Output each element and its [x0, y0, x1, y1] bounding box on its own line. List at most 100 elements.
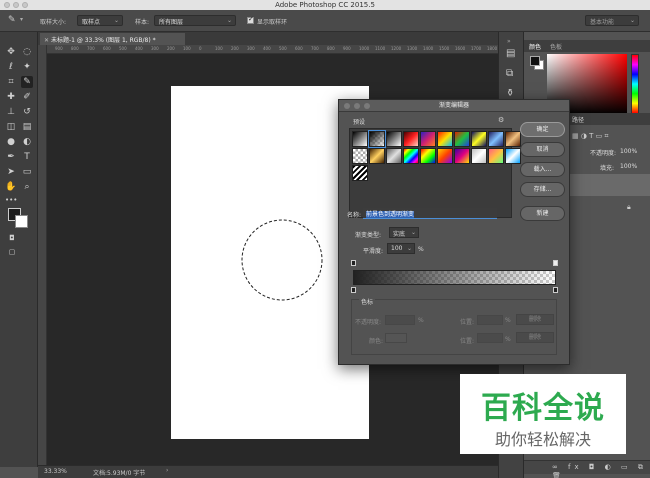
new-button[interactable]: 新建: [520, 206, 565, 221]
dodge-tool-icon[interactable]: ◐: [21, 136, 33, 148]
gradient-preset-swatch[interactable]: [386, 148, 402, 164]
layer-row-selected[interactable]: [566, 174, 650, 196]
chevron-down-icon: ⌄: [410, 229, 416, 236]
properties-icon[interactable]: ⧉: [506, 68, 513, 79]
gradient-type-select[interactable]: 实底 ⌄: [389, 227, 419, 238]
hue-slider[interactable]: [631, 54, 639, 114]
gradient-preset-swatch[interactable]: [471, 148, 487, 164]
opacity-value[interactable]: 100%: [620, 148, 637, 155]
color-location-unit: %: [505, 336, 511, 343]
screen-mode-icon[interactable]: ▢: [6, 246, 18, 258]
history-brush-tool-icon[interactable]: ↺: [21, 106, 33, 118]
hand-tool-icon[interactable]: ✋: [5, 181, 17, 193]
pen-tool-icon[interactable]: ✒: [5, 151, 17, 163]
adjustments-icon[interactable]: ⚱: [506, 88, 514, 99]
gradient-preset-swatch[interactable]: [386, 131, 402, 147]
blur-tool-icon[interactable]: ●: [5, 136, 17, 148]
ruler-tick-label: 400: [263, 46, 271, 51]
workspace-select[interactable]: 基本功能 ⌄: [585, 15, 639, 26]
gradient-preset-swatch[interactable]: [420, 148, 436, 164]
path-selection-tool-icon[interactable]: ➤: [5, 166, 17, 178]
fill-value[interactable]: 100%: [620, 163, 637, 170]
dialog-zoom-button[interactable]: [364, 103, 370, 109]
background-color-swatch[interactable]: [15, 215, 28, 228]
ruler-tick-label: 300: [151, 46, 159, 51]
healing-brush-tool-icon[interactable]: ✚: [5, 91, 17, 103]
color-location-input[interactable]: [477, 333, 503, 343]
sample-size-select[interactable]: 取样点 ⌄: [77, 15, 123, 26]
tab-swatches[interactable]: 色板: [550, 42, 562, 51]
color-stop-right[interactable]: [553, 287, 558, 293]
layer-filter-icons[interactable]: ▦ ◑ T ▭ ⌗: [572, 132, 608, 141]
eyedropper-tool-icon[interactable]: ✎: [21, 76, 33, 88]
gradient-preset-swatch[interactable]: [454, 131, 470, 147]
lasso-tool-icon[interactable]: ℓ: [5, 61, 17, 73]
save-button[interactable]: 存储...: [520, 182, 565, 197]
gradient-name-input[interactable]: 前景色到透明渐变: [363, 208, 497, 219]
color-stop-left[interactable]: [351, 287, 356, 293]
gradient-preset-swatch[interactable]: [368, 130, 386, 148]
stop-opacity-input[interactable]: [385, 315, 415, 325]
shape-tool-icon[interactable]: ▭: [21, 166, 33, 178]
gear-icon[interactable]: ⚙: [498, 116, 504, 124]
show-ring-checkbox[interactable]: [247, 15, 254, 24]
stops-label: 色标: [359, 297, 376, 306]
type-tool-icon[interactable]: T: [21, 151, 33, 163]
tool-preset-chevron-icon[interactable]: ▾: [20, 16, 23, 23]
panel-foreground-swatch[interactable]: [530, 56, 540, 66]
load-button[interactable]: 载入...: [520, 162, 565, 177]
eraser-tool-icon[interactable]: ◫: [5, 121, 17, 133]
ruler-tick-label: 100: [183, 46, 191, 51]
eyedropper-icon[interactable]: ✎: [8, 15, 16, 25]
gradient-preset-swatch[interactable]: [454, 148, 470, 164]
stop-location-input[interactable]: [477, 315, 503, 325]
move-tool-icon[interactable]: ✥: [5, 46, 17, 58]
more-tools-icon[interactable]: •••: [5, 194, 17, 206]
gradient-preset-swatch[interactable]: [369, 148, 385, 164]
gradient-preset-swatch[interactable]: [488, 148, 504, 164]
quick-mask-icon[interactable]: ◘: [6, 232, 18, 244]
ok-button[interactable]: 确定: [520, 122, 565, 137]
gradient-preset-swatch[interactable]: [437, 131, 453, 147]
gradient-preset-swatch[interactable]: [471, 131, 487, 147]
opacity-stop-left[interactable]: [351, 260, 356, 266]
gradient-preset-swatch[interactable]: [352, 148, 368, 164]
gradient-preset-swatch[interactable]: [505, 131, 521, 147]
gradient-preset-swatch[interactable]: [352, 165, 368, 181]
tab-paths[interactable]: 路径: [572, 115, 584, 124]
dialog-minimize-button[interactable]: [354, 103, 360, 109]
brush-tool-icon[interactable]: ✐: [21, 91, 33, 103]
gradient-bar[interactable]: [353, 270, 556, 285]
dialog-close-button[interactable]: [344, 103, 350, 109]
gradient-tool-icon[interactable]: ▤: [21, 121, 33, 133]
opacity-stop-right[interactable]: [553, 260, 558, 266]
ruler-tick-label: 500: [279, 46, 287, 51]
zoom-tool-icon[interactable]: ⌕: [21, 181, 33, 193]
tab-color[interactable]: 颜色: [529, 42, 541, 51]
layer-actions-icons[interactable]: ∞ fx ◘ ◐ ▭ ⧉ 🗑︎: [552, 463, 650, 478]
gradient-preset-swatch[interactable]: [505, 148, 521, 164]
history-icon[interactable]: ▤: [506, 48, 515, 59]
crop-tool-icon[interactable]: ⌗: [5, 76, 17, 88]
gradient-preset-swatch[interactable]: [352, 131, 368, 147]
document-tab[interactable]: ✕ 未标题-1 @ 33.3% (图层 1, RGB/8) *: [40, 33, 185, 45]
marquee-tool-icon[interactable]: ◌: [21, 46, 33, 58]
cancel-button[interactable]: 取消: [520, 142, 565, 157]
gradient-preset-swatch[interactable]: [488, 131, 504, 147]
vertical-ruler: [38, 45, 47, 465]
gradient-preset-swatch[interactable]: [420, 131, 436, 147]
gradient-preset-swatch[interactable]: [403, 148, 419, 164]
delete-opacity-stop-button[interactable]: 删除: [516, 314, 554, 325]
clone-stamp-tool-icon[interactable]: ⊥: [5, 106, 17, 118]
gradient-preset-swatch[interactable]: [437, 148, 453, 164]
smoothness-select[interactable]: 100 ⌄: [387, 243, 415, 254]
delete-color-stop-button[interactable]: 删除: [516, 332, 554, 343]
collapse-icon[interactable]: »: [507, 38, 511, 45]
close-icon[interactable]: ✕: [44, 37, 51, 44]
chevron-right-icon[interactable]: ›: [166, 467, 168, 474]
zoom-level[interactable]: 33.33%: [44, 468, 67, 475]
sample-select[interactable]: 所有图层 ⌄: [154, 15, 236, 26]
gradient-preset-swatch[interactable]: [403, 131, 419, 147]
stop-color-swatch[interactable]: [385, 333, 407, 343]
magic-wand-tool-icon[interactable]: ✦: [21, 61, 33, 73]
